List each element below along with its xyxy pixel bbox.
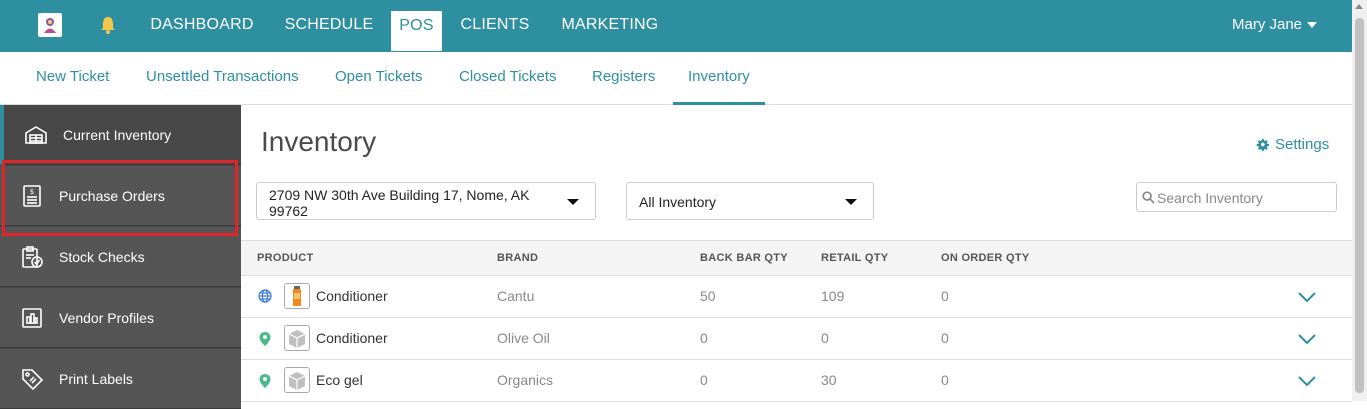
search-input[interactable] <box>1157 187 1332 209</box>
nav-pos[interactable]: POS <box>391 11 442 51</box>
user-menu[interactable]: Mary Jane <box>1232 0 1318 52</box>
location-select-value: 2709 NW 30th Ave Building 17, Nome, AK 9… <box>269 187 530 219</box>
subnav-open-tickets[interactable]: Open Tickets <box>335 52 423 105</box>
sidebar-item-stock-checks[interactable]: Stock Checks <box>0 227 241 287</box>
sidebar-item-vendor-profiles[interactable]: Vendor Profiles <box>0 288 241 348</box>
box-icon <box>284 325 310 351</box>
subnav-unsettled-transactions[interactable]: Unsettled Transactions <box>146 52 299 105</box>
page-title: Inventory <box>261 126 377 157</box>
app-logo[interactable] <box>38 13 62 37</box>
back-bar-qty: 0 <box>700 330 708 346</box>
col-on-order-qty[interactable]: ON ORDER QTY <box>941 241 1030 275</box>
retail-qty: 0 <box>821 330 829 346</box>
product-name: Eco gel <box>316 372 363 388</box>
sidebar-item-label: Current Inventory <box>63 127 172 143</box>
search-box <box>1136 182 1337 212</box>
user-name: Mary Jane <box>1232 16 1303 33</box>
col-product[interactable]: PRODUCT <box>257 241 314 275</box>
product-brand: Olive Oil <box>497 330 550 346</box>
globe-icon <box>258 289 272 305</box>
chevron-down-icon <box>567 199 579 205</box>
on-order-qty: 0 <box>941 330 949 346</box>
retail-qty: 30 <box>821 372 837 388</box>
product-brand: Organics <box>497 372 554 388</box>
back-bar-qty: 0 <box>700 372 708 388</box>
search-icon <box>1142 191 1155 209</box>
purchase-order-icon: $ <box>20 184 44 208</box>
chevron-down-icon <box>1307 22 1318 29</box>
vendor-icon <box>20 306 44 330</box>
expand-chevron-icon[interactable] <box>1297 290 1317 308</box>
sidebar-item-current-inventory[interactable]: Current Inventory <box>0 105 241 165</box>
inventory-sidebar: Current Inventory $ Purchase Orders Stoc… <box>0 105 241 409</box>
sidebar-item-label: Vendor Profiles <box>59 310 154 326</box>
inventory-filter-select[interactable]: All Inventory <box>626 182 874 220</box>
subnav-registers[interactable]: Registers <box>592 52 655 105</box>
location-select[interactable]: 2709 NW 30th Ave Building 17, Nome, AK 9… <box>256 182 596 220</box>
nav-dashboard[interactable]: DASHBOARD <box>148 0 256 52</box>
map-pin-icon <box>258 331 272 347</box>
back-bar-qty: 50 <box>700 288 716 304</box>
retail-qty: 109 <box>821 288 845 304</box>
svg-text:$: $ <box>30 188 34 196</box>
warehouse-icon <box>24 123 48 147</box>
sidebar-item-label: Print Labels <box>59 371 133 387</box>
col-retail-qty[interactable]: RETAIL QTY <box>821 241 888 275</box>
subnav-closed-tickets[interactable]: Closed Tickets <box>459 52 557 105</box>
nav-schedule[interactable]: SCHEDULE <box>283 0 375 52</box>
table-row[interactable]: Conditioner Olive Oil 0 0 0 <box>241 318 1352 360</box>
vertical-scrollbar[interactable] <box>1352 0 1367 401</box>
sidebar-item-purchase-orders[interactable]: $ Purchase Orders <box>0 166 241 226</box>
scroll-up-arrow-icon[interactable] <box>1355 4 1363 9</box>
clipboard-check-icon <box>20 245 44 269</box>
subnav-new-ticket[interactable]: New Ticket <box>36 52 109 105</box>
expand-chevron-icon[interactable] <box>1297 374 1317 392</box>
top-navbar: DASHBOARD SCHEDULE POS CLIENTS MARKETING… <box>0 0 1352 52</box>
chevron-down-icon <box>845 199 857 205</box>
on-order-qty: 0 <box>941 288 949 304</box>
product-brand: Cantu <box>497 288 535 304</box>
gear-icon <box>1256 138 1269 155</box>
pos-subnav: New Ticket Unsettled Transactions Open T… <box>0 52 1352 105</box>
settings-label: Settings <box>1275 136 1330 153</box>
product-bottle-image <box>284 283 310 309</box>
inventory-table-header: PRODUCT BRAND BACK BAR QTY RETAIL QTY ON… <box>241 240 1352 276</box>
tag-icon <box>20 367 44 391</box>
map-pin-icon <box>258 373 272 389</box>
expand-chevron-icon[interactable] <box>1297 332 1317 350</box>
inventory-filter-value: All Inventory <box>639 194 717 210</box>
box-icon <box>284 367 310 393</box>
settings-link[interactable]: Settings <box>1256 136 1329 155</box>
sidebar-item-print-labels[interactable]: Print Labels <box>0 349 241 409</box>
notification-bell-icon[interactable] <box>99 15 117 35</box>
table-row[interactable]: Conditioner Cantu 50 109 0 <box>241 276 1352 318</box>
product-name: Conditioner <box>316 288 388 304</box>
on-order-qty: 0 <box>941 372 949 388</box>
scrollbar-thumb[interactable] <box>1355 18 1364 393</box>
product-name: Conditioner <box>316 330 388 346</box>
col-brand[interactable]: BRAND <box>497 241 538 275</box>
nav-clients[interactable]: CLIENTS <box>458 0 532 52</box>
sidebar-item-label: Purchase Orders <box>59 188 165 204</box>
nav-marketing[interactable]: MARKETING <box>560 0 660 52</box>
subnav-inventory[interactable]: Inventory <box>673 52 765 105</box>
col-back-bar-qty[interactable]: BACK BAR QTY <box>700 241 788 275</box>
sidebar-item-label: Stock Checks <box>59 249 145 265</box>
table-row[interactable]: Eco gel Organics 0 30 0 <box>241 360 1352 402</box>
